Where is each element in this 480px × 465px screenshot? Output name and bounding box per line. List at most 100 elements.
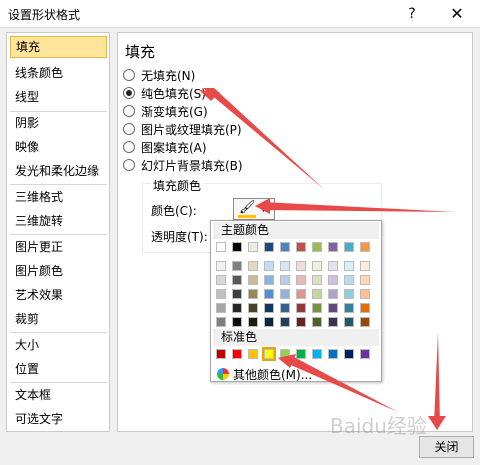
radio-button[interactable] bbox=[123, 105, 135, 117]
sidebar-item-alt-text[interactable]: 可选文字 bbox=[10, 408, 107, 430]
standard-color-swatch[interactable] bbox=[216, 349, 226, 359]
theme-shade-swatch[interactable] bbox=[344, 275, 354, 285]
sidebar-item-glow-soft-edges[interactable]: 发光和柔化边缘 bbox=[10, 160, 107, 182]
theme-shade-swatch[interactable] bbox=[216, 289, 226, 299]
theme-shade-swatch[interactable] bbox=[264, 275, 274, 285]
sidebar-item-size[interactable]: 大小 bbox=[10, 334, 107, 356]
theme-color-swatch[interactable] bbox=[328, 242, 338, 252]
theme-shade-swatch[interactable] bbox=[280, 275, 290, 285]
standard-color-swatch[interactable] bbox=[360, 349, 370, 359]
theme-shade-swatch[interactable] bbox=[296, 303, 306, 313]
standard-color-swatch[interactable] bbox=[296, 349, 306, 359]
standard-color-swatch[interactable] bbox=[262, 347, 276, 361]
theme-shade-swatch[interactable] bbox=[328, 303, 338, 313]
more-colors-item[interactable]: 其他颜色(M)... bbox=[217, 366, 312, 383]
theme-shade-swatch[interactable] bbox=[296, 261, 306, 271]
radio-button[interactable] bbox=[123, 123, 135, 135]
sidebar-item-line-color[interactable]: 线条颜色 bbox=[10, 62, 107, 84]
theme-shade-swatch[interactable] bbox=[248, 261, 258, 271]
theme-shade-swatch[interactable] bbox=[312, 303, 322, 313]
theme-shade-swatch[interactable] bbox=[296, 317, 306, 327]
theme-shade-swatch[interactable] bbox=[360, 275, 370, 285]
radio-slide-background-fill[interactable]: 幻灯片背景填充(B) bbox=[123, 156, 243, 174]
theme-color-swatch[interactable] bbox=[280, 242, 290, 252]
theme-shade-swatch[interactable] bbox=[312, 275, 322, 285]
theme-shade-swatch[interactable] bbox=[344, 317, 354, 327]
theme-shade-swatch[interactable] bbox=[360, 303, 370, 313]
radio-button[interactable] bbox=[123, 141, 135, 153]
radio-no-fill[interactable]: 无填充(N) bbox=[123, 66, 195, 84]
theme-shade-swatch[interactable] bbox=[360, 261, 370, 271]
sidebar-item-reflection[interactable]: 映像 bbox=[10, 136, 107, 158]
radio-picture-texture-fill[interactable]: 图片或纹理填充(P) bbox=[123, 120, 242, 138]
theme-shade-swatch[interactable] bbox=[360, 289, 370, 299]
theme-shade-swatch[interactable] bbox=[312, 261, 322, 271]
sidebar-item-3d-rotation[interactable]: 三维旋转 bbox=[10, 210, 107, 232]
sidebar-item-picture-corrections[interactable]: 图片更正 bbox=[10, 236, 107, 258]
theme-color-swatch[interactable] bbox=[296, 242, 306, 252]
theme-shade-swatch[interactable] bbox=[328, 289, 338, 299]
theme-shade-swatch[interactable] bbox=[248, 317, 258, 327]
sidebar-item-picture-color[interactable]: 图片颜色 bbox=[10, 260, 107, 282]
sidebar-item-position[interactable]: 位置 bbox=[10, 358, 107, 380]
sidebar-item-line-style[interactable]: 线型 bbox=[10, 86, 107, 108]
theme-shade-swatch[interactable] bbox=[328, 261, 338, 271]
standard-color-swatch[interactable] bbox=[232, 349, 242, 359]
theme-shade-swatch[interactable] bbox=[360, 317, 370, 327]
theme-shade-swatch[interactable] bbox=[232, 289, 242, 299]
radio-button-selected[interactable] bbox=[123, 87, 135, 99]
theme-shade-swatch[interactable] bbox=[280, 317, 290, 327]
sidebar-item-3d-format[interactable]: 三维格式 bbox=[10, 186, 107, 208]
theme-shade-swatch[interactable] bbox=[216, 303, 226, 313]
theme-shade-swatch[interactable] bbox=[248, 275, 258, 285]
standard-color-swatch[interactable] bbox=[312, 349, 322, 359]
radio-gradient-fill[interactable]: 渐变填充(G) bbox=[123, 102, 208, 120]
theme-color-swatch[interactable] bbox=[248, 242, 258, 252]
theme-color-swatch[interactable] bbox=[216, 242, 226, 252]
theme-shade-swatch[interactable] bbox=[232, 275, 242, 285]
color-dropdown-button[interactable]: 🖌 ▼ bbox=[233, 198, 275, 220]
theme-shade-swatch[interactable] bbox=[328, 317, 338, 327]
theme-shade-swatch[interactable] bbox=[264, 289, 274, 299]
theme-shade-swatch[interactable] bbox=[312, 317, 322, 327]
theme-shade-swatch[interactable] bbox=[280, 289, 290, 299]
theme-color-swatch[interactable] bbox=[264, 242, 274, 252]
theme-shade-swatch[interactable] bbox=[312, 289, 322, 299]
theme-color-swatch[interactable] bbox=[232, 242, 242, 252]
sidebar-item-fill[interactable]: 填充 bbox=[10, 36, 107, 58]
help-button[interactable]: ? bbox=[400, 3, 424, 25]
theme-shade-swatch[interactable] bbox=[328, 275, 338, 285]
theme-color-swatch[interactable] bbox=[360, 242, 370, 252]
theme-color-swatch[interactable] bbox=[312, 242, 322, 252]
theme-shade-swatch[interactable] bbox=[232, 317, 242, 327]
standard-color-swatch[interactable] bbox=[248, 349, 258, 359]
theme-shade-swatch[interactable] bbox=[248, 303, 258, 313]
radio-button[interactable] bbox=[123, 159, 135, 171]
theme-shade-swatch[interactable] bbox=[216, 317, 226, 327]
sidebar-item-artistic-effects[interactable]: 艺术效果 bbox=[10, 284, 107, 306]
radio-button[interactable] bbox=[123, 69, 135, 81]
close-icon[interactable]: ✕ bbox=[444, 2, 470, 26]
standard-color-swatch[interactable] bbox=[328, 349, 338, 359]
theme-shade-swatch[interactable] bbox=[344, 261, 354, 271]
standard-color-swatch[interactable] bbox=[344, 349, 354, 359]
standard-color-swatch[interactable] bbox=[280, 349, 290, 359]
sidebar-item-shadow[interactable]: 阴影 bbox=[10, 112, 107, 134]
theme-shade-swatch[interactable] bbox=[280, 303, 290, 313]
close-button[interactable]: 关闭 bbox=[419, 436, 474, 458]
theme-color-swatch[interactable] bbox=[344, 242, 354, 252]
theme-shade-swatch[interactable] bbox=[216, 275, 226, 285]
theme-shade-swatch[interactable] bbox=[232, 261, 242, 271]
theme-shade-swatch[interactable] bbox=[248, 289, 258, 299]
radio-solid-fill[interactable]: 纯色填充(S) bbox=[123, 84, 206, 102]
theme-shade-swatch[interactable] bbox=[264, 317, 274, 327]
theme-shade-swatch[interactable] bbox=[344, 289, 354, 299]
sidebar-item-crop[interactable]: 裁剪 bbox=[10, 308, 107, 330]
theme-shade-swatch[interactable] bbox=[344, 303, 354, 313]
theme-shade-swatch[interactable] bbox=[216, 261, 226, 271]
theme-shade-swatch[interactable] bbox=[280, 261, 290, 271]
theme-shade-swatch[interactable] bbox=[232, 303, 242, 313]
radio-pattern-fill[interactable]: 图案填充(A) bbox=[123, 138, 207, 156]
theme-shade-swatch[interactable] bbox=[264, 303, 274, 313]
theme-shade-swatch[interactable] bbox=[264, 261, 274, 271]
